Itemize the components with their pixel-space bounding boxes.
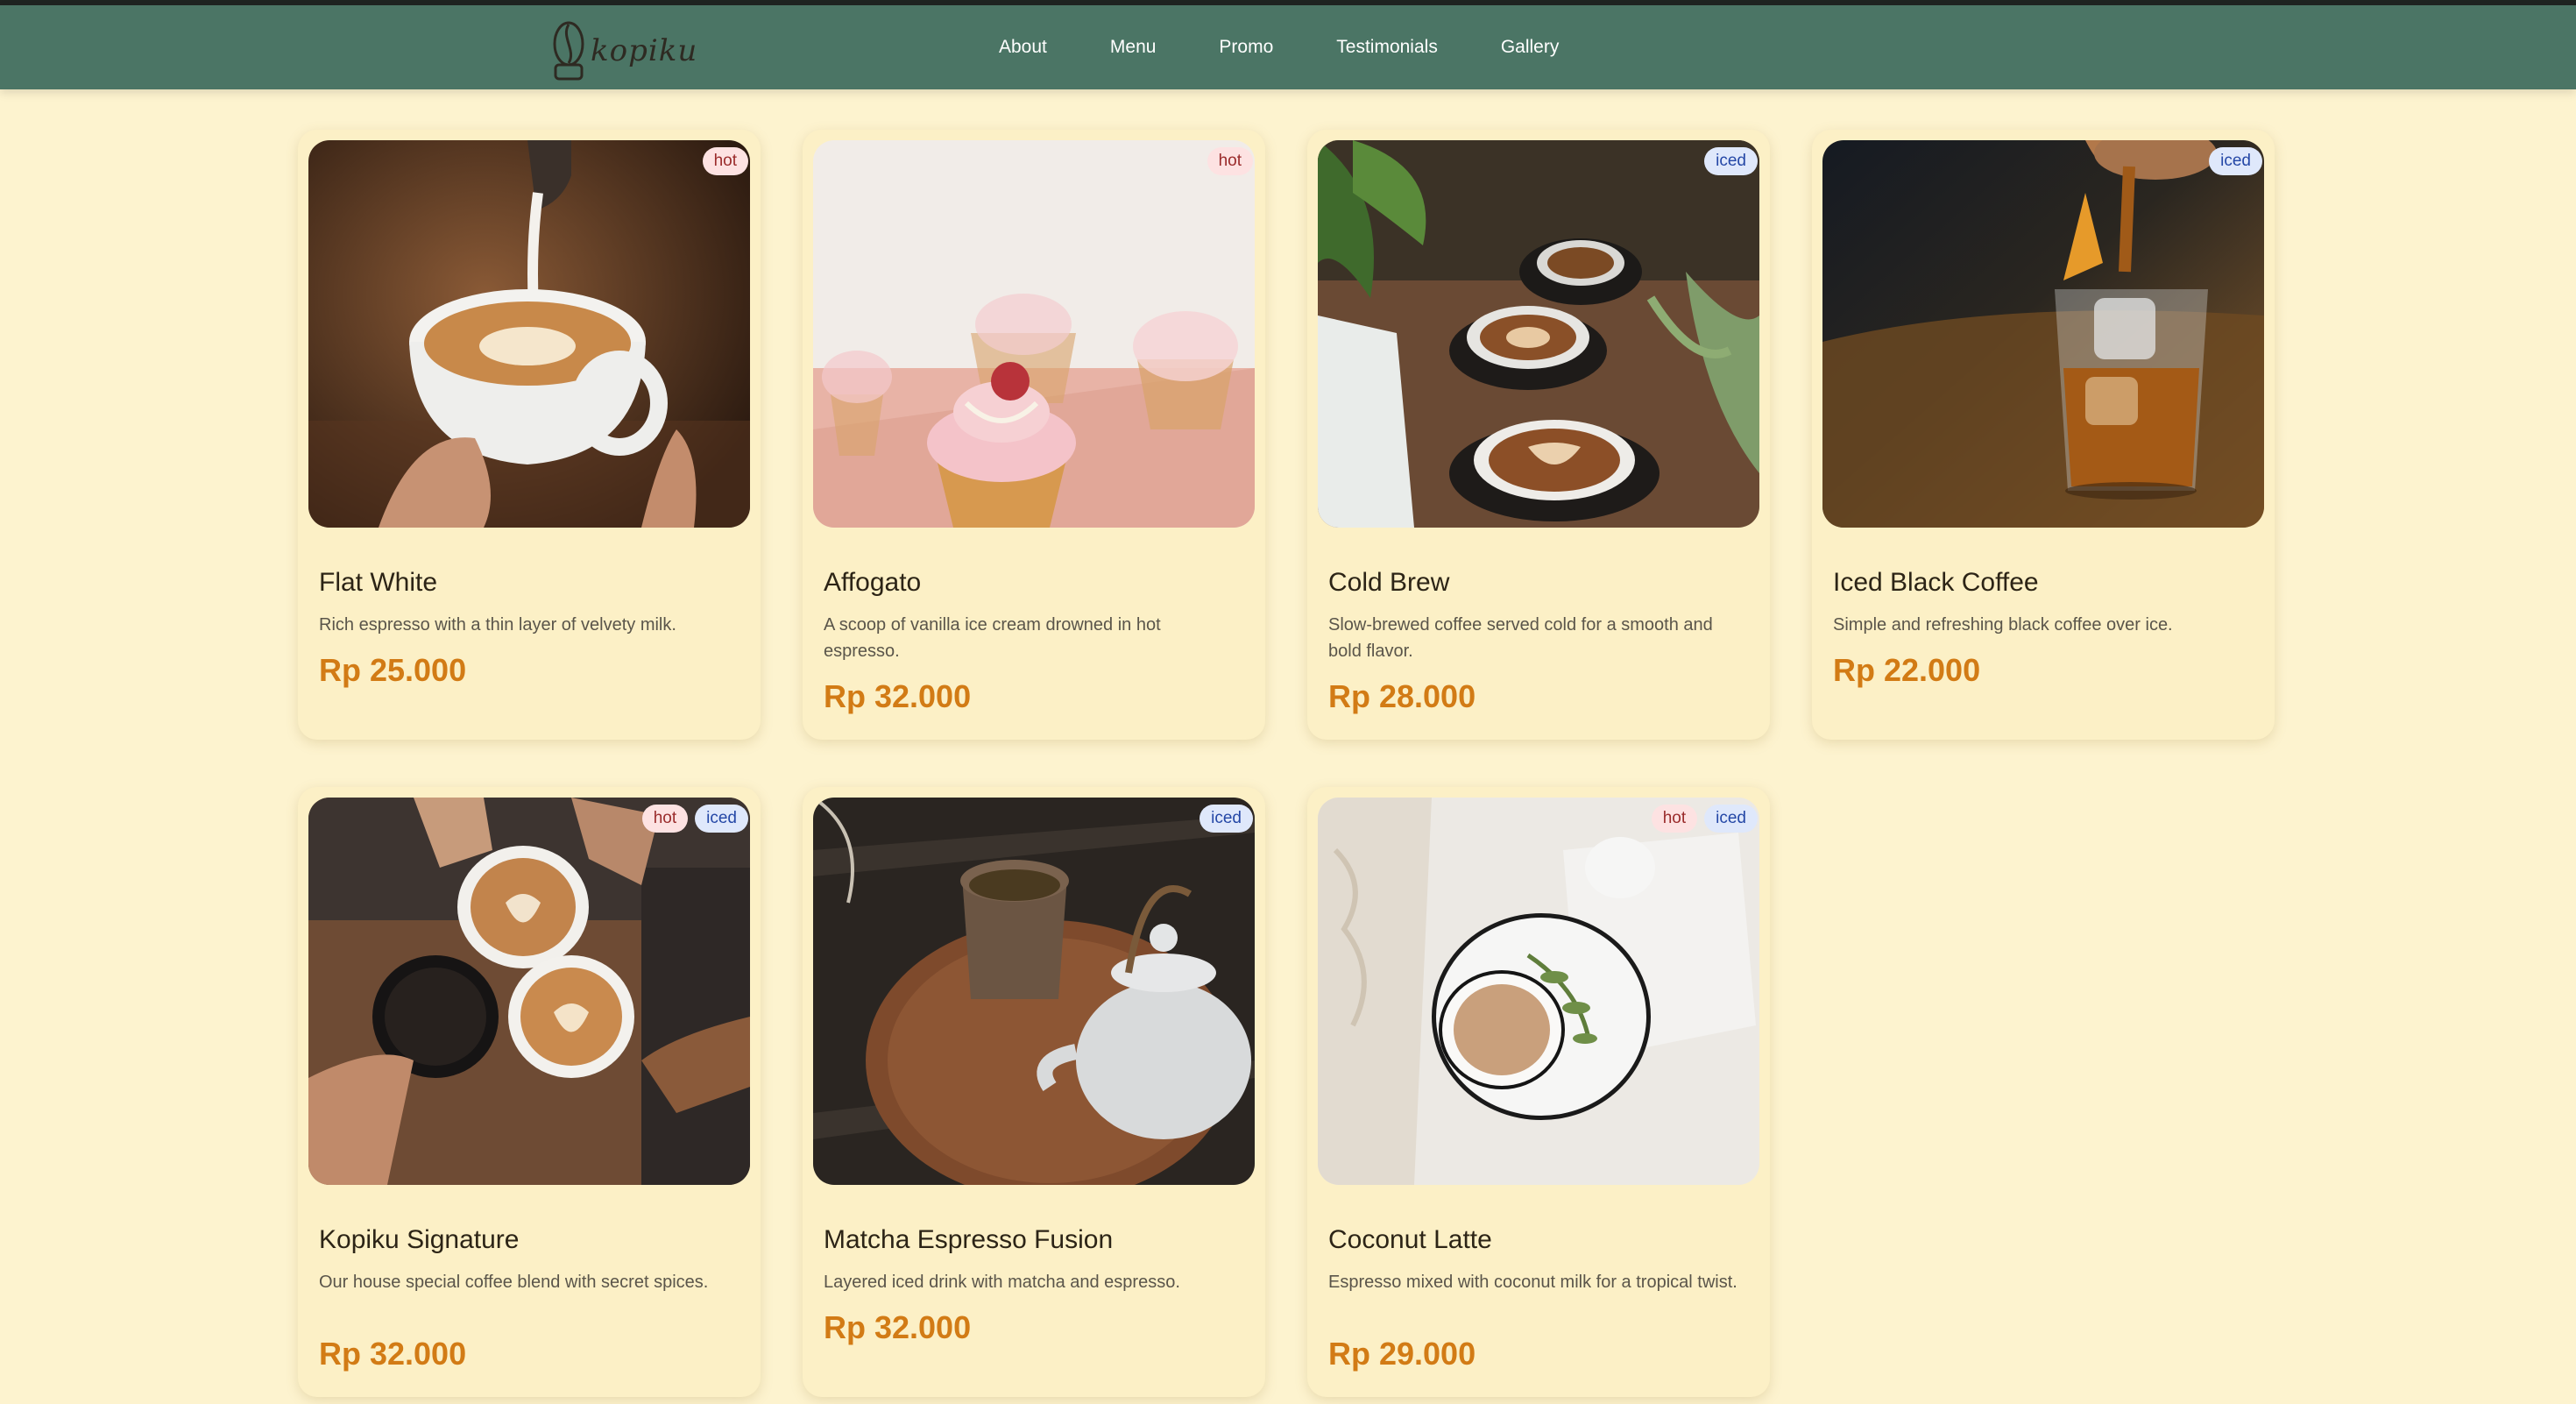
product-tags: hot iced [641, 805, 748, 833]
navbar: kopiku About Menu Promo Testimonials Gal… [0, 5, 2576, 89]
tag-badge: iced [1200, 805, 1253, 833]
tag-badge: hot [1651, 805, 1698, 833]
product-description: Slow-brewed coffee served cold for a smo… [1328, 615, 1713, 661]
product-card[interactable]: hot iced Coconut Latte Espresso mixed wi… [1307, 787, 1770, 1397]
brand-logo[interactable]: kopiku [550, 18, 697, 84]
coffee-bean-logo-icon [553, 21, 584, 81]
product-description: A scoop of vanilla ice cream drowned in … [824, 615, 1161, 661]
product-card[interactable]: hot Flat White Rich espresso with a thin… [298, 130, 761, 740]
tag-badge: iced [1704, 147, 1758, 175]
nav-link-about[interactable]: About [999, 37, 1047, 58]
tag-badge: hot [702, 147, 748, 175]
product-tags: iced [2209, 147, 2262, 175]
tag-badge: iced [2209, 147, 2262, 175]
product-tags: hot [702, 147, 748, 175]
product-photo [1318, 140, 1759, 528]
product-title: Cold Brew [1328, 568, 1450, 597]
product-card[interactable]: iced Matcha Espresso Fusion Layered iced… [803, 787, 1265, 1397]
product-title: Iced Black Coffee [1833, 568, 2039, 597]
product-title: Matcha Espresso Fusion [824, 1225, 1114, 1254]
product-card[interactable]: iced Cold Brew Slow-brewed coffee served… [1307, 130, 1770, 740]
product-tags: iced [1200, 805, 1253, 833]
product-card[interactable]: iced Iced Black Coffee Simple and refres… [1812, 130, 2275, 740]
product-description: Our house special coffee blend with secr… [319, 1273, 709, 1292]
product-price: Rp 32.000 [824, 678, 972, 714]
main-nav: About Menu Promo Testimonials Gallery [999, 5, 1622, 89]
product-title: Affogato [824, 568, 922, 597]
product-photo [308, 798, 750, 1185]
nav-link-promo[interactable]: Promo [1219, 37, 1273, 58]
product-title: Coconut Latte [1328, 1225, 1492, 1254]
nav-link-testimonials[interactable]: Testimonials [1336, 37, 1438, 58]
product-price: Rp 32.000 [319, 1336, 467, 1372]
product-card[interactable]: hot iced Kopiku Signature Our house spec… [298, 787, 761, 1397]
tag-badge: iced [1704, 805, 1758, 833]
product-title: Flat White [319, 568, 438, 597]
product-price: Rp 22.000 [1833, 652, 1981, 688]
product-tags: hot [1207, 147, 1253, 175]
product-photo [308, 140, 750, 528]
product-photo [1822, 140, 2264, 528]
product-description: Simple and refreshing black coffee over … [1833, 615, 2173, 635]
product-price: Rp 29.000 [1328, 1336, 1476, 1372]
product-photo [813, 798, 1255, 1185]
product-description: Layered iced drink with matcha and espre… [824, 1273, 1180, 1292]
tag-badge: hot [1207, 147, 1253, 175]
product-description: Rich espresso with a thin layer of velve… [319, 615, 676, 635]
tag-badge: iced [695, 805, 748, 833]
product-price: Rp 28.000 [1328, 678, 1476, 714]
brand-name: kopiku [591, 33, 698, 68]
nav-link-menu[interactable]: Menu [1110, 37, 1157, 58]
product-description: Espresso mixed with coconut milk for a t… [1328, 1273, 1737, 1292]
nav-link-gallery[interactable]: Gallery [1501, 37, 1560, 58]
product-photo [1318, 798, 1759, 1185]
tag-badge: hot [641, 805, 689, 833]
product-tags: hot iced [1651, 805, 1758, 833]
product-photo [813, 140, 1255, 528]
product-title: Kopiku Signature [319, 1225, 520, 1254]
product-card[interactable]: hot Affogato A scoop of vanilla ice crea… [803, 130, 1265, 740]
product-tags: iced [1704, 147, 1758, 175]
product-price: Rp 32.000 [824, 1309, 972, 1345]
product-price: Rp 25.000 [319, 652, 467, 688]
